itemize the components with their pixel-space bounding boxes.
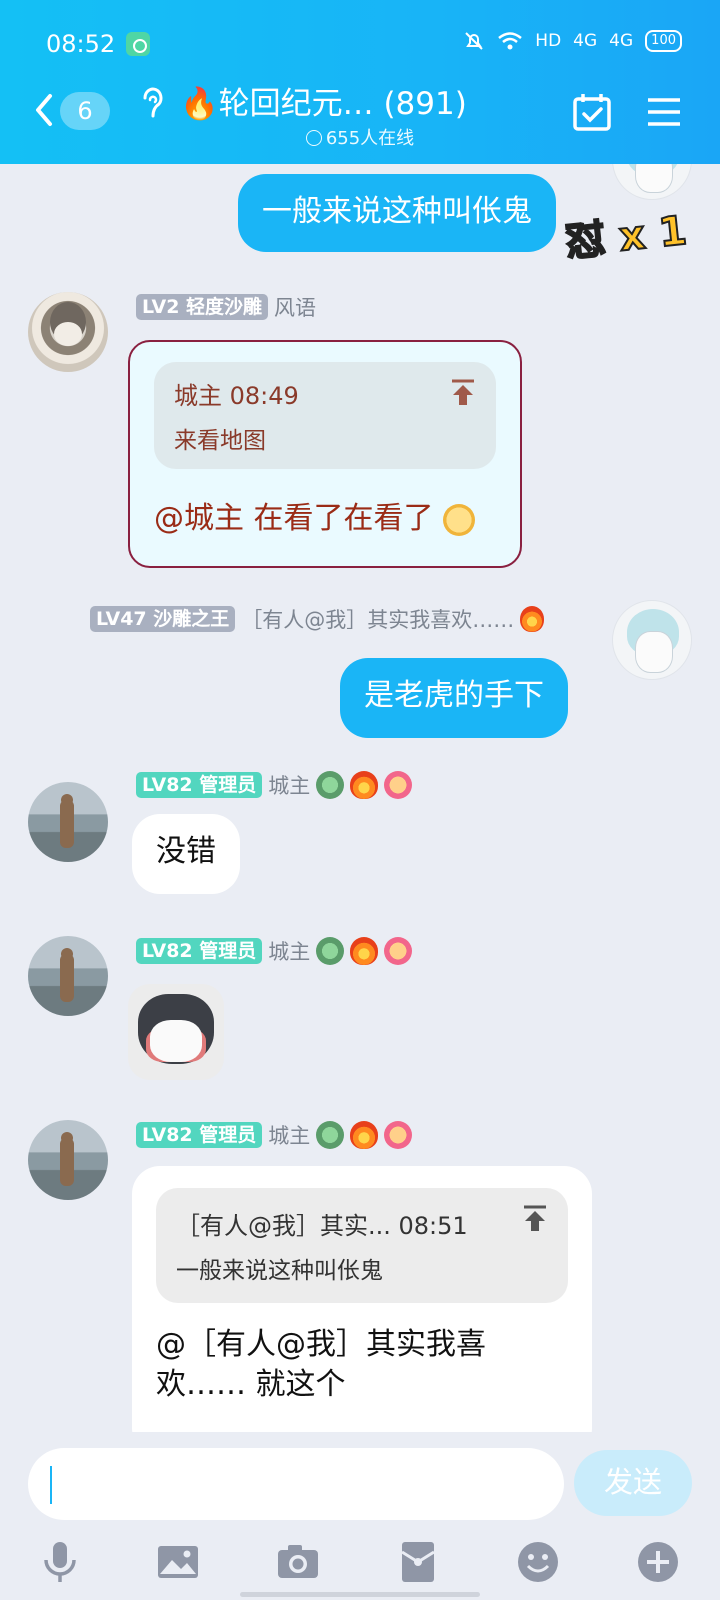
reply-message-card[interactable]: 城主 08:49 来看地图 @城主 在看了在看了 <box>128 340 522 568</box>
fire-badge-icon <box>350 1121 379 1149</box>
pin-top-icon <box>524 1205 546 1231</box>
message-body: @［有人@我］其实我喜 欢…… 就这个 <box>156 1325 568 1405</box>
level-badge: LV82 管理员 <box>136 1122 263 1148</box>
navigation-bar: 6 🔥轮回纪元… (891) 655人在线 <box>0 78 720 150</box>
avatar[interactable] <box>28 1120 108 1200</box>
message-body: @城主 在看了在看了 <box>154 493 496 537</box>
signal-4g-label-2: 4G <box>609 31 634 51</box>
level-badge: LV82 管理员 <box>136 938 263 964</box>
input-bar: 发送 <box>0 1432 720 1600</box>
signal-4g-label: 4G <box>573 31 598 51</box>
status-bar: 08:52 HD 4G 4G 100 <box>0 28 720 60</box>
dog-sticker-image[interactable] <box>128 984 224 1080</box>
level-badge: LV47 沙雕之王 <box>90 606 236 632</box>
microphone-icon[interactable] <box>38 1540 82 1584</box>
quote-text: 一般来说这种叫伥鬼 <box>176 1258 383 1284</box>
message-text-line: @［有人@我］其实我喜 <box>156 1327 486 1362</box>
quote-meta: ［有人@我］其实... 08:51 <box>176 1212 468 1240</box>
send-button[interactable]: 发送 <box>574 1450 692 1516</box>
status-icons: HD 4G 4G 100 <box>463 30 682 52</box>
sender-info: LV82 管理员 城主 <box>136 770 413 800</box>
message-input[interactable] <box>28 1448 564 1520</box>
dragon-badge-icon <box>316 1121 345 1149</box>
sender-info: LV47 沙雕之王 ［有人@我］其实我喜欢…… <box>90 604 545 634</box>
message-bubble[interactable]: 是老虎的手下 <box>340 658 568 738</box>
sender-name[interactable]: 城主 <box>268 936 310 966</box>
quoted-message[interactable]: 城主 08:49 来看地图 <box>154 362 496 469</box>
message-bubble[interactable]: 一般来说这种叫伥鬼 <box>238 174 556 252</box>
dog-emoji-icon <box>443 503 476 536</box>
text-caret <box>50 1466 52 1504</box>
sender-info: LV82 管理员 城主 <box>136 936 413 966</box>
hd-label: HD <box>535 31 562 51</box>
camera-icon[interactable] <box>276 1540 320 1584</box>
level-badge: LV2 轻度沙雕 <box>136 294 269 320</box>
fire-icon <box>520 606 545 632</box>
quote-meta: 城主 08:49 <box>174 382 299 410</box>
sender-name[interactable]: 城主 <box>268 1120 310 1150</box>
image-icon[interactable] <box>156 1540 200 1584</box>
sticker-badge: 怼 x 1 <box>562 207 690 267</box>
sender-info: LV2 轻度沙雕 风语 <box>136 292 316 322</box>
ear-icon[interactable] <box>137 82 167 122</box>
status-time: 08:52 <box>46 30 116 58</box>
red-packet-icon[interactable] <box>396 1540 440 1584</box>
avatar[interactable] <box>28 936 108 1016</box>
sender-info: LV82 管理员 城主 <box>136 1120 413 1150</box>
app-notification-icon <box>126 32 150 56</box>
fire-badge-icon <box>350 937 379 965</box>
menu-icon[interactable] <box>646 96 682 128</box>
reply-message-card[interactable]: ［有人@我］其实... 08:51 一般来说这种叫伥鬼 @［有人@我］其实我喜 … <box>132 1166 592 1432</box>
sender-name[interactable]: 城主 <box>268 770 310 800</box>
group-title[interactable]: 🔥轮回纪元… (891) <box>180 78 467 123</box>
sender-name[interactable]: ［有人@我］其实我喜欢…… <box>241 604 514 634</box>
calendar-check-icon[interactable] <box>572 92 612 132</box>
dragon-badge-icon <box>316 937 345 965</box>
battery-indicator: 100 <box>645 30 682 52</box>
sender-name[interactable]: 风语 <box>274 292 316 322</box>
avatar[interactable] <box>612 164 692 200</box>
avatar[interactable] <box>28 782 108 862</box>
avatar[interactable] <box>612 600 692 680</box>
avatar[interactable] <box>28 292 108 372</box>
online-count: 655人在线 <box>0 124 720 150</box>
chat-message-list[interactable]: 一般来说这种叫伥鬼 怼 x 1 LV2 轻度沙雕 风语 城主 08:49 来看地… <box>0 164 720 1432</box>
fire-badge-icon <box>350 771 379 799</box>
dragon-badge-icon <box>316 771 345 799</box>
smile-badge-icon <box>384 937 413 965</box>
wifi-icon <box>498 32 523 50</box>
message-text: @城主 在看了在看了 <box>154 501 434 536</box>
mute-bell-icon <box>465 32 484 50</box>
quoted-message[interactable]: ［有人@我］其实... 08:51 一般来说这种叫伥鬼 <box>156 1188 568 1303</box>
chat-header: 08:52 HD 4G 4G 100 6 🔥轮回纪元… (891) 655人在线 <box>0 0 720 164</box>
home-indicator[interactable] <box>240 1592 480 1597</box>
online-check-icon <box>305 130 322 146</box>
pin-top-icon <box>452 379 474 405</box>
plus-icon[interactable] <box>636 1540 680 1584</box>
message-bubble[interactable]: 没错 <box>132 814 240 894</box>
smile-badge-icon <box>384 771 413 799</box>
emoji-icon[interactable] <box>516 1540 560 1584</box>
smile-badge-icon <box>384 1121 413 1149</box>
level-badge: LV82 管理员 <box>136 772 263 798</box>
online-count-text: 655人在线 <box>325 128 415 149</box>
quote-text: 来看地图 <box>174 428 266 454</box>
message-text-line: 欢…… 就这个 <box>156 1367 346 1402</box>
